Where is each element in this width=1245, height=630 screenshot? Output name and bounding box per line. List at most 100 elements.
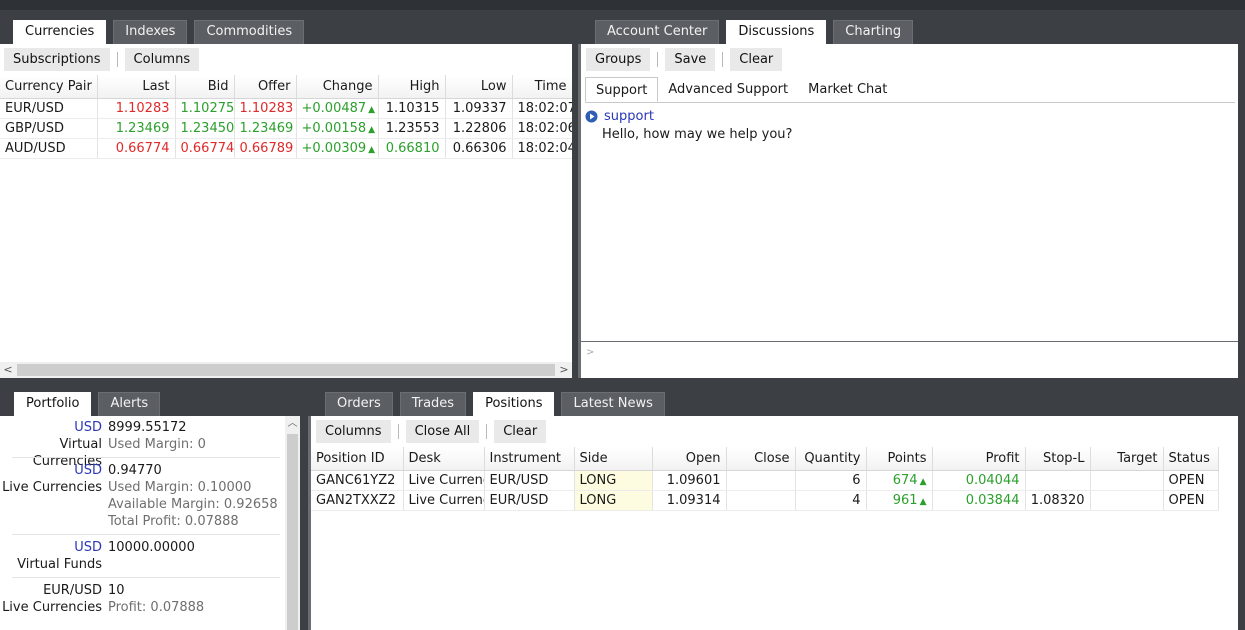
- quantity-cell: 6: [795, 470, 867, 491]
- tab-trades[interactable]: Trades: [399, 392, 467, 416]
- tab-positions[interactable]: Positions: [473, 392, 555, 417]
- clear-button[interactable]: Clear: [730, 48, 783, 71]
- points-cell: 674 ▲: [866, 470, 933, 491]
- currency-label: USD: [74, 463, 102, 478]
- instrument-cell: EUR/USD: [484, 490, 575, 511]
- account-type-label: Virtual Funds: [17, 557, 102, 572]
- offer-cell: 1.23469: [234, 118, 297, 139]
- account-type-label: Virtual Currencies: [32, 437, 102, 469]
- instrument-cell: EUR/USD: [484, 470, 575, 491]
- divider: [12, 534, 280, 535]
- col-change[interactable]: Change: [296, 75, 379, 99]
- tab-alerts[interactable]: Alerts: [98, 392, 161, 416]
- subscriptions-button[interactable]: Subscriptions: [4, 48, 110, 71]
- table-row[interactable]: GANC61YZ2 Live Currencies EUR/USD LONG 1…: [311, 470, 1219, 491]
- balance-value: 0.94770: [108, 463, 162, 478]
- scrollbar-thumb[interactable]: [17, 364, 555, 376]
- col-instrument[interactable]: Instrument: [484, 447, 575, 471]
- scrollbar-thumb[interactable]: [287, 434, 298, 630]
- scroll-up-icon[interactable]: ︿: [285, 416, 300, 432]
- positions-table: Position ID Desk Instrument Side Open Cl…: [311, 447, 1219, 511]
- offer-cell: 1.10283: [234, 98, 297, 119]
- pair-cell: GBP/USD: [0, 118, 98, 139]
- col-stop-loss[interactable]: Stop-L: [1025, 447, 1091, 471]
- close-cell: [726, 470, 796, 491]
- discussions-toolbar: Groups Save Clear: [586, 48, 783, 71]
- chat-input[interactable]: >: [581, 341, 1238, 378]
- col-quantity[interactable]: Quantity: [795, 447, 867, 471]
- groups-button[interactable]: Groups: [586, 48, 651, 71]
- available-margin: Available Margin: 0.92658: [108, 497, 278, 512]
- col-position-id[interactable]: Position ID: [311, 447, 404, 471]
- col-open[interactable]: Open: [652, 447, 727, 471]
- profit-cell: 0.04044: [932, 470, 1026, 491]
- scroll-right-icon[interactable]: >: [556, 362, 572, 378]
- up-arrow-icon: ▲: [919, 476, 927, 487]
- table-row[interactable]: GAN2TXXZ2 Live Currencies EUR/USD LONG 1…: [311, 490, 1219, 511]
- col-target[interactable]: Target: [1090, 447, 1164, 471]
- columns-button[interactable]: Columns: [124, 48, 200, 71]
- col-close[interactable]: Close: [726, 447, 796, 471]
- col-last[interactable]: Last: [97, 75, 176, 99]
- col-profit[interactable]: Profit: [932, 447, 1026, 471]
- subtab-market-chat[interactable]: Market Chat: [798, 77, 897, 102]
- last-cell: 0.66774: [97, 138, 176, 159]
- quantity-cell: 4: [795, 490, 867, 511]
- close-all-button[interactable]: Close All: [405, 420, 480, 443]
- table-row[interactable]: GBP/USD 1.23469 1.23450 1.23469 +0.00158…: [0, 118, 572, 139]
- scroll-left-icon[interactable]: <: [0, 362, 16, 378]
- tab-discussions[interactable]: Discussions: [726, 20, 827, 45]
- clear-button[interactable]: Clear: [494, 420, 547, 443]
- columns-button[interactable]: Columns: [316, 420, 391, 443]
- portfolio-panel: ︿ USD 8999.55172 Virtual Currencies Used M…: [0, 416, 300, 630]
- time-cell: 18:02:07: [512, 98, 572, 119]
- account-type-label: Live Currencies: [2, 480, 102, 495]
- change-cell: +0.00309 ▲: [296, 138, 379, 159]
- toolbar-separator: [722, 52, 724, 67]
- tab-currencies[interactable]: Currencies: [13, 20, 107, 45]
- horizontal-scrollbar[interactable]: < >: [0, 362, 572, 378]
- profit-cell: 0.03844: [932, 490, 1026, 511]
- positions-toolbar: Columns Close All Clear: [316, 420, 547, 443]
- portfolio-entry[interactable]: USD 8999.55172 Virtual Currencies Used Mar…: [0, 419, 285, 469]
- col-low[interactable]: Low: [445, 75, 513, 99]
- tab-portfolio[interactable]: Portfolio: [14, 392, 92, 417]
- col-time[interactable]: Time: [512, 75, 572, 99]
- subtab-support[interactable]: Support: [585, 77, 659, 102]
- tab-account-center[interactable]: Account Center: [595, 20, 720, 44]
- subtab-advanced-support[interactable]: Advanced Support: [658, 77, 798, 102]
- play-circle-icon: [585, 110, 598, 123]
- col-status[interactable]: Status: [1163, 447, 1219, 471]
- tab-indexes[interactable]: Indexes: [113, 20, 188, 44]
- change-value: +0.00158: [301, 120, 367, 136]
- tab-commodities[interactable]: Commodities: [194, 20, 305, 44]
- col-bid[interactable]: Bid: [175, 75, 235, 99]
- col-desk[interactable]: Desk: [403, 447, 485, 471]
- close-cell: [726, 490, 796, 511]
- portfolio-entry[interactable]: USD 0.94770 Live Currencies Used Margin: 0…: [0, 462, 285, 530]
- portfolio-tab-bar: Portfolio Alerts: [14, 392, 167, 417]
- tab-charting[interactable]: Charting: [833, 20, 914, 44]
- col-offer[interactable]: Offer: [234, 75, 297, 99]
- profit-value: Profit: 0.07888: [108, 600, 205, 615]
- instrument-label: EUR/USD: [43, 583, 102, 598]
- portfolio-entry[interactable]: EUR/USD 10 Live Currencies Profit: 0.07888: [0, 582, 285, 616]
- tab-orders[interactable]: Orders: [325, 392, 393, 416]
- stop-loss-cell: 1.08320: [1025, 490, 1091, 511]
- low-cell: 1.22806: [445, 118, 513, 139]
- account-tab-bar: Account Center Discussions Charting: [595, 20, 920, 45]
- used-margin: Used Margin: 0.10000: [108, 480, 252, 495]
- balance-value: 10000.00000: [108, 540, 195, 555]
- col-side[interactable]: Side: [574, 447, 653, 471]
- col-high[interactable]: High: [378, 75, 446, 99]
- table-row[interactable]: AUD/USD 0.66774 0.66774 0.66789 +0.00309…: [0, 138, 572, 159]
- save-button[interactable]: Save: [665, 48, 716, 71]
- positions-panel: Columns Close All Clear Position ID Desk…: [308, 416, 1238, 630]
- portfolio-entry[interactable]: USD 10000.00000 Virtual Funds: [0, 539, 285, 573]
- tab-latest-news[interactable]: Latest News: [561, 392, 665, 416]
- vertical-scrollbar[interactable]: ︿: [285, 416, 300, 630]
- col-points[interactable]: Points: [866, 447, 933, 471]
- table-row[interactable]: EUR/USD 1.10283 1.10275 1.10283 +0.00487…: [0, 98, 572, 119]
- col-currency-pair[interactable]: Currency Pair: [0, 75, 98, 99]
- toolbar-separator: [116, 52, 118, 67]
